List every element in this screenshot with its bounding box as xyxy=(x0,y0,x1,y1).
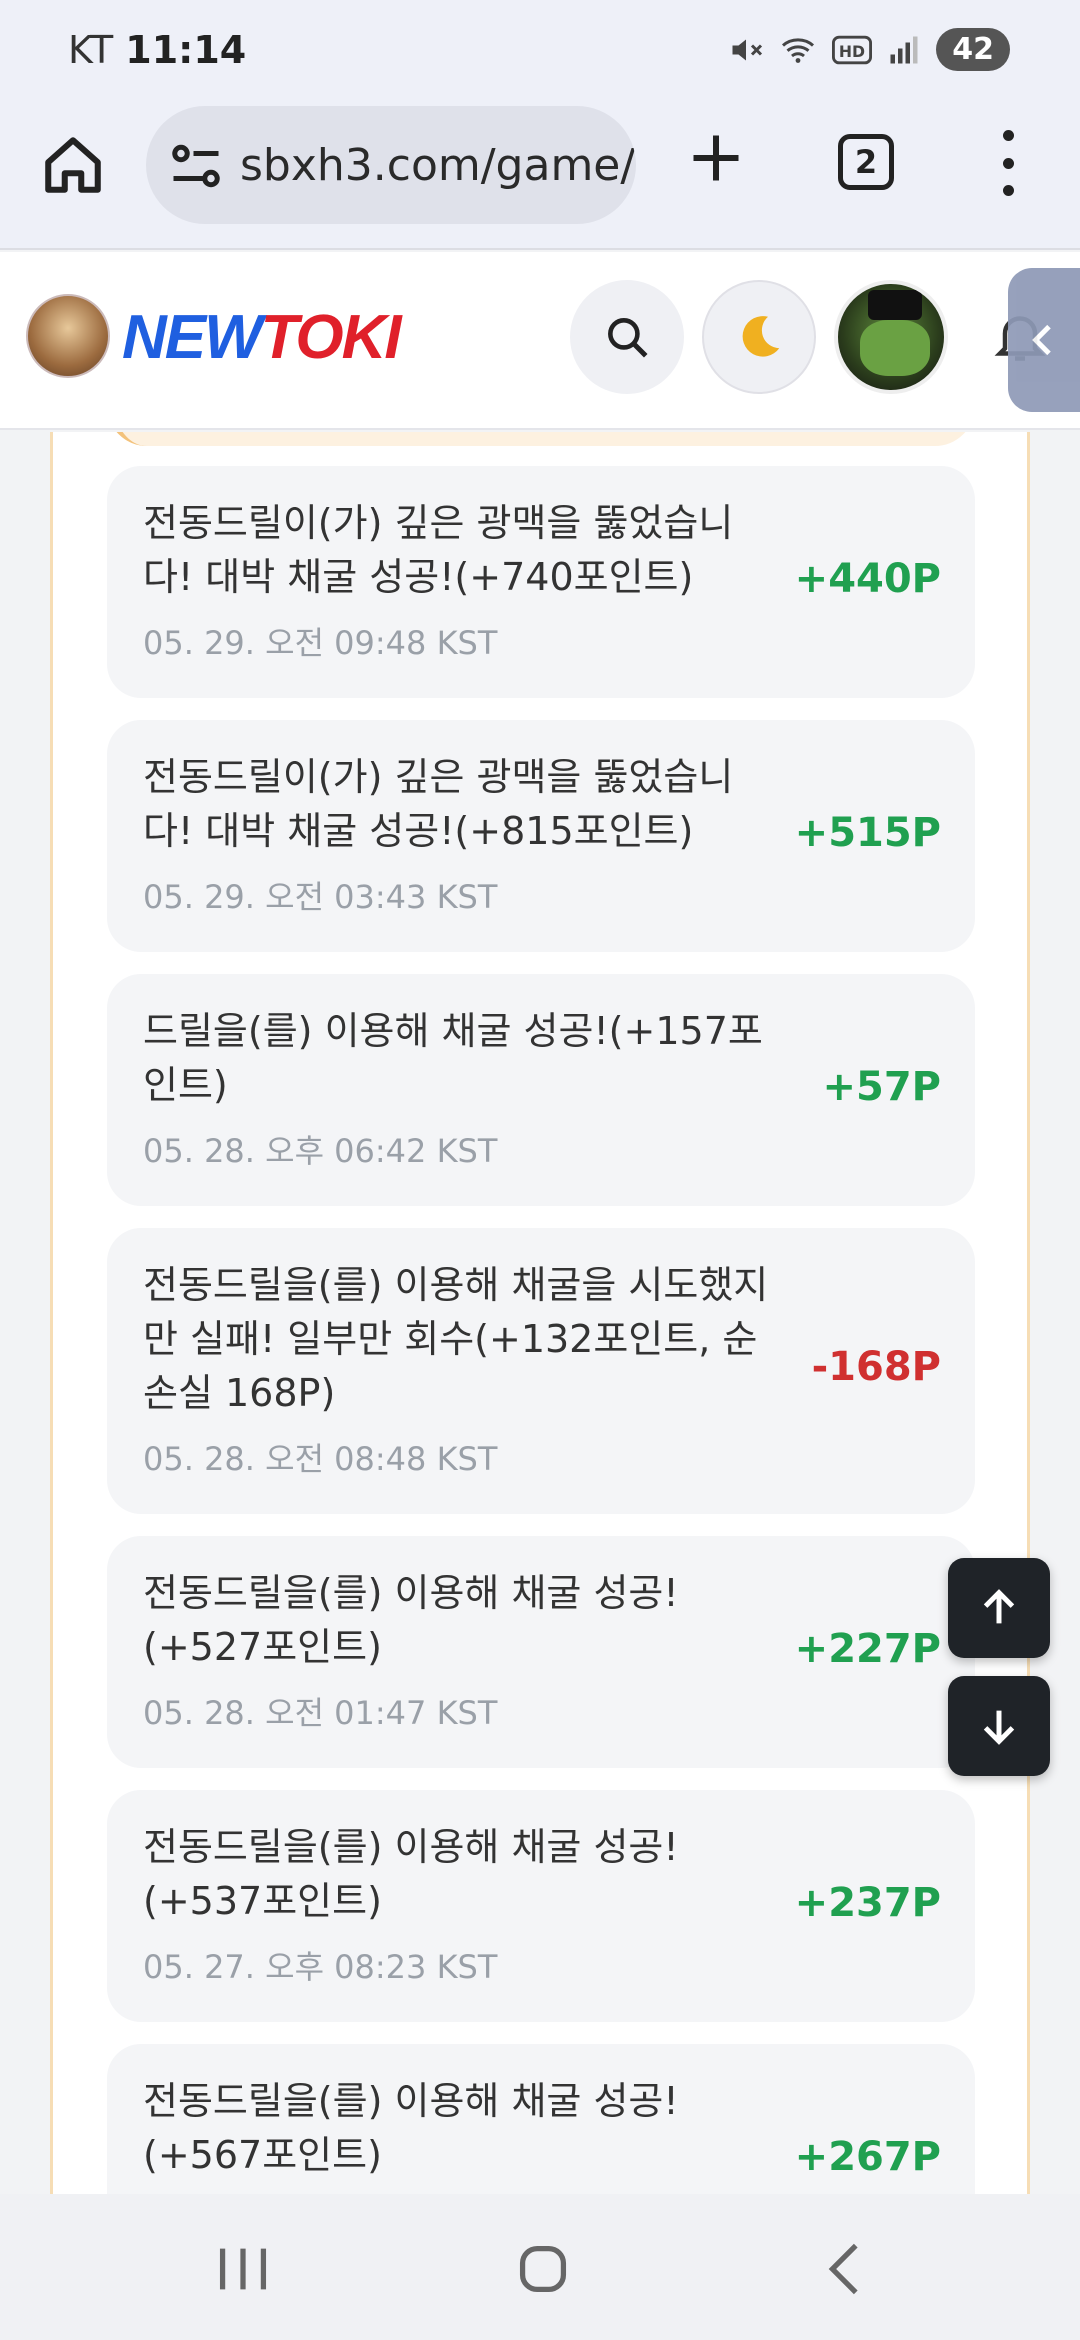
chevron-left-icon xyxy=(1032,324,1051,356)
browser-toolbar: sbxh3.com/game/ 2 xyxy=(0,100,1080,250)
previous-card-edge xyxy=(107,432,975,446)
address-bar[interactable]: sbxh3.com/game/ xyxy=(146,106,636,224)
log-points: +267P xyxy=(794,2134,941,2180)
log-time: 05. 28. 오전 08:48 KST xyxy=(143,1440,498,1478)
back-nav-icon[interactable] xyxy=(812,2234,882,2304)
log-time: 05. 29. 오전 03:43 KST xyxy=(143,878,498,916)
user-avatar[interactable] xyxy=(834,280,948,394)
log-item: 드릴을(를) 이용해 채굴 성공!(+157포인트) 05. 28. 오후 06… xyxy=(107,974,975,1206)
log-message: 전동드릴을(를) 이용해 채굴 성공!(+567포인트) xyxy=(143,2079,679,2177)
log-message: 전동드릴이(가) 깊은 광맥을 뚫었습니다! 대박 채굴 성공!(+740포인트… xyxy=(143,501,734,599)
log-message: 드릴을(를) 이용해 채굴 성공!(+157포인트) xyxy=(143,1009,763,1107)
avatar-face xyxy=(860,320,930,376)
site-header: NEWTOKI xyxy=(0,252,1080,430)
arrow-down-icon xyxy=(983,1710,1015,1745)
menu-dot-icon xyxy=(1002,157,1014,169)
carrier-label: KT xyxy=(68,28,114,72)
plus-icon xyxy=(693,135,739,181)
home-button[interactable] xyxy=(40,132,106,198)
logo-new: NEW xyxy=(122,303,263,372)
log-item: 전동드릴을(를) 이용해 채굴 성공!(+537포인트) 05. 27. 오후 … xyxy=(107,1790,975,2022)
home-nav-icon[interactable] xyxy=(508,2234,578,2304)
log-item: 전동드릴을(를) 이용해 채굴을 시도했지만 실패! 일부만 회수(+132포인… xyxy=(107,1228,975,1514)
log-points: +440P xyxy=(794,556,941,602)
hd-icon: HD xyxy=(832,35,873,64)
browser-menu-button[interactable] xyxy=(990,130,1026,196)
log-item: 전동드릴을(를) 이용해 채굴 성공!(+527포인트) 05. 28. 오전 … xyxy=(107,1536,975,1768)
home-icon xyxy=(45,137,101,193)
log-item: 전동드릴을(를) 이용해 채굴 성공!(+567포인트) +267P xyxy=(107,2044,975,2194)
battery-badge: 42 xyxy=(936,28,1010,71)
search-button[interactable] xyxy=(570,280,684,394)
status-carrier-time: KT 11:14 xyxy=(68,28,246,72)
log-points: -168P xyxy=(811,1344,941,1390)
menu-dot-icon xyxy=(1002,185,1014,196)
scroll-top-button[interactable] xyxy=(948,1558,1050,1658)
log-item: 전동드릴이(가) 깊은 광맥을 뚫었습니다! 대박 채굴 성공!(+740포인트… xyxy=(107,466,975,698)
logo-toki: TOKI xyxy=(260,303,402,372)
log-message: 전동드릴을(를) 이용해 채굴 성공!(+527포인트) xyxy=(143,1571,679,1669)
log-message: 전동드릴을(를) 이용해 채굴 성공!(+537포인트) xyxy=(143,1825,679,1923)
scroll-bottom-button[interactable] xyxy=(948,1676,1050,1776)
search-icon xyxy=(608,318,648,358)
log-time: 05. 29. 오전 09:48 KST xyxy=(143,624,498,662)
system-nav-bar xyxy=(0,2194,1080,2340)
side-panel-tab[interactable] xyxy=(1008,268,1080,412)
url-text[interactable]: sbxh3.com/game/ xyxy=(240,140,635,191)
log-points: +227P xyxy=(794,1626,941,1672)
log-time: 05. 28. 오후 06:42 KST xyxy=(143,1132,498,1170)
log-item: 전동드릴이(가) 깊은 광맥을 뚫었습니다! 대박 채굴 성공!(+815포인트… xyxy=(107,720,975,952)
moon-icon xyxy=(742,316,780,357)
arrow-up-icon xyxy=(983,1589,1015,1624)
menu-dot-icon xyxy=(1002,130,1014,141)
clock: 11:14 xyxy=(125,28,247,72)
wifi-icon xyxy=(782,37,815,63)
recent-apps-icon[interactable] xyxy=(208,2234,278,2304)
status-icons: HD 42 xyxy=(728,28,1010,71)
log-message: 전동드릴을(를) 이용해 채굴을 시도했지만 실패! 일부만 회수(+132포인… xyxy=(143,1263,769,1415)
log-points: +57P xyxy=(822,1064,942,1110)
log-points: +515P xyxy=(794,810,941,856)
status-bar: KT 11:14 HD 42 xyxy=(0,0,1080,100)
mining-log-panel: 전동드릴이(가) 깊은 광맥을 뚫었습니다! 대박 채굴 성공!(+740포인트… xyxy=(50,432,1030,2194)
log-points: +237P xyxy=(794,1880,941,1926)
new-tab-button[interactable] xyxy=(686,128,746,188)
signal-icon xyxy=(890,36,918,63)
site-logo[interactable]: NEWTOKI xyxy=(122,302,402,373)
avatar-hat xyxy=(868,290,922,320)
mute-icon xyxy=(732,39,763,60)
log-time: 05. 27. 오후 08:23 KST xyxy=(143,1948,498,1986)
tab-switcher-button[interactable]: 2 xyxy=(838,134,894,190)
theme-toggle-button[interactable] xyxy=(702,280,816,394)
site-logo-image[interactable] xyxy=(26,294,110,378)
svg-text:HD: HD xyxy=(839,42,865,61)
content-area: 전동드릴이(가) 깊은 광맥을 뚫었습니다! 대박 채굴 성공!(+740포인트… xyxy=(0,432,1080,2194)
log-time: 05. 28. 오전 01:47 KST xyxy=(143,1694,498,1732)
site-settings-icon[interactable] xyxy=(166,136,226,196)
log-message: 전동드릴이(가) 깊은 광맥을 뚫었습니다! 대박 채굴 성공!(+815포인트… xyxy=(143,755,734,853)
